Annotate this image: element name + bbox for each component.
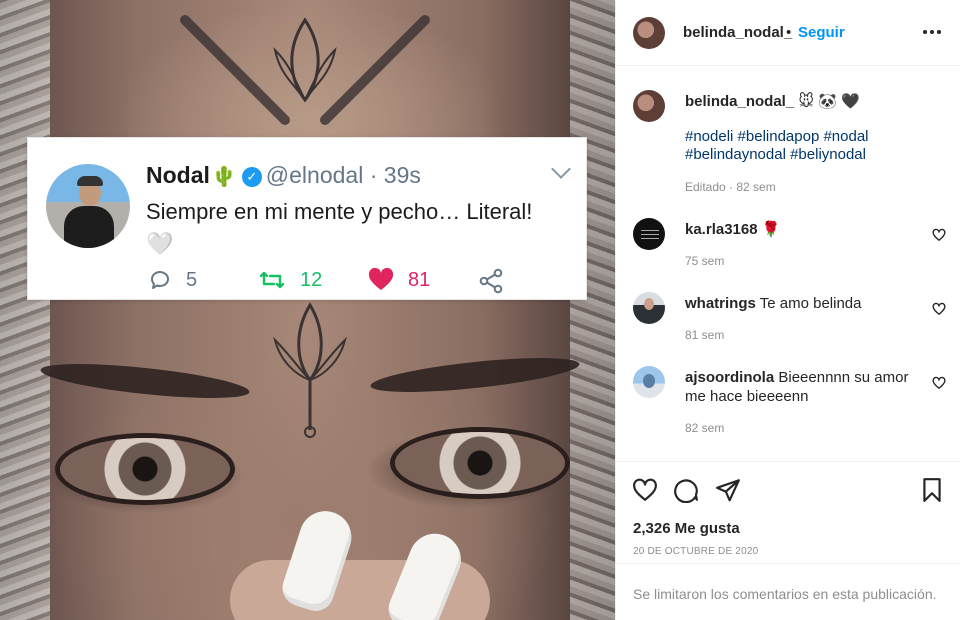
- chevron-down-icon: [551, 159, 571, 179]
- retweet-icon: [259, 271, 285, 289]
- tweet-like-count: 81: [408, 268, 431, 291]
- heart-filled-icon: [368, 268, 394, 290]
- post-actions: 2,326 Me gusta 20 DE OCTUBRE DE 2020: [616, 461, 960, 563]
- hood-left-decoration: [0, 0, 50, 620]
- bookmark-icon[interactable]: [919, 477, 945, 503]
- likes-count[interactable]: 2,326 Me gusta: [633, 520, 740, 537]
- comment-body: Te amo belinda: [759, 295, 862, 312]
- comment-item: ka.rla3168 🌹 75 sem: [616, 218, 960, 292]
- tweet-reply-count: 5: [186, 268, 198, 291]
- comment-body: 🌹: [761, 221, 781, 238]
- left-eyebrow-graphic: [39, 357, 251, 405]
- comment-username-link[interactable]: whatrings: [685, 295, 756, 312]
- tweet-author-name: Nodal: [146, 162, 210, 188]
- comment-heart-icon[interactable]: [932, 376, 946, 390]
- comment-heart-icon[interactable]: [932, 228, 946, 242]
- more-options-icon[interactable]: [923, 30, 941, 34]
- tweet-actions: 5 12 81: [148, 268, 508, 298]
- tweet-retweet-count: 12: [300, 268, 323, 291]
- tweet-like: 81: [368, 268, 430, 292]
- post-image[interactable]: Nodal 🌵 ✓ @elnodal · 39s Siempre en mi ment…: [0, 0, 615, 620]
- comment-text: whatrings Te amo belinda: [685, 294, 925, 313]
- comment-item: ajsoordinola Bieeennnn su amor me hace b…: [616, 366, 960, 456]
- comment-text: ajsoordinola Bieeennnn su amor me hace b…: [685, 368, 925, 406]
- comment-item: whatrings Te amo belinda 81 sem: [616, 292, 960, 366]
- tweet-share: [478, 268, 518, 294]
- post-details-panel: belinda_nodal_ • Seguir belinda_nodal_ 🐭…: [615, 0, 960, 620]
- comment-text: ka.rla3168 🌹: [685, 220, 925, 239]
- tweet-separator: ·: [369, 162, 378, 188]
- comment-time[interactable]: 81 sem: [685, 328, 724, 342]
- post-header: belinda_nodal_ • Seguir: [616, 0, 960, 66]
- comment-time[interactable]: 75 sem: [685, 254, 724, 268]
- tweet-text-emoji: 🤍: [146, 231, 174, 256]
- comment-icon[interactable]: [673, 477, 699, 503]
- hood-right-decoration: [570, 0, 615, 620]
- tweet-handle: @elnodal: [265, 162, 364, 188]
- heart-icon[interactable]: [632, 477, 658, 503]
- comment-heart-icon[interactable]: [932, 302, 946, 316]
- tweet-card: Nodal 🌵 ✓ @elnodal · 39s Siempre en mi ment…: [27, 137, 587, 300]
- tweet-avatar: [46, 164, 130, 248]
- tweet-header: Nodal 🌵 ✓ @elnodal · 39s: [146, 162, 421, 189]
- caption-username-link[interactable]: belinda_nodal_: [685, 93, 794, 110]
- tweet-text: Siempre en mi mente y pecho… Literal! 🤍: [146, 196, 546, 260]
- post-date[interactable]: 20 DE OCTUBRE DE 2020: [633, 546, 758, 557]
- reply-icon: [151, 271, 169, 289]
- tweet-text-body: Siempre en mi mente y pecho… Literal!: [146, 199, 533, 224]
- header-username-link[interactable]: belinda_nodal_: [683, 24, 792, 41]
- caption-emojis: 🐭 🐼 🖤: [798, 93, 860, 110]
- follow-button[interactable]: Seguir: [798, 24, 845, 41]
- tweet-reply: 5: [148, 268, 197, 292]
- right-eyebrow-graphic: [369, 351, 581, 399]
- caption-hashtags[interactable]: #nodeli #belindapop #nodal #belindaynoda…: [685, 128, 905, 164]
- caption-meta: Editado · 82 sem: [685, 180, 776, 194]
- share-node-icon: [479, 268, 503, 294]
- caption-line: belinda_nodal_ 🐭 🐼 🖤: [685, 92, 860, 110]
- comment-username-link[interactable]: ajsoordinola: [685, 369, 774, 386]
- verified-icon: ✓: [241, 167, 262, 187]
- tweet-time: 39s: [383, 162, 421, 188]
- left-eye-graphic: [60, 438, 230, 500]
- comment-avatar[interactable]: [633, 218, 665, 250]
- comments-limited-text: Se limitaron los comentarios en esta pub…: [633, 586, 937, 602]
- caption-avatar[interactable]: [633, 90, 665, 122]
- forehead-tattoo-graphic: [180, 15, 430, 125]
- tweet-name-emoji: 🌵: [211, 166, 237, 188]
- share-icon[interactable]: [715, 477, 741, 503]
- right-eye-graphic: [395, 432, 565, 494]
- comments-limited-notice: Se limitaron los comentarios en esta pub…: [616, 563, 960, 620]
- comment-username-link[interactable]: ka.rla3168: [685, 221, 758, 238]
- comments-section[interactable]: belinda_nodal_ 🐭 🐼 🖤 #nodeli #belindapop…: [616, 66, 960, 461]
- comment-avatar[interactable]: [633, 366, 665, 398]
- header-dot: •: [786, 24, 792, 41]
- comment-time[interactable]: 82 sem: [685, 421, 724, 435]
- tweet-retweet: 12: [258, 268, 322, 292]
- comment-avatar[interactable]: [633, 292, 665, 324]
- forehead-center-tattoo-graphic: [273, 302, 347, 438]
- avatar[interactable]: [633, 17, 665, 49]
